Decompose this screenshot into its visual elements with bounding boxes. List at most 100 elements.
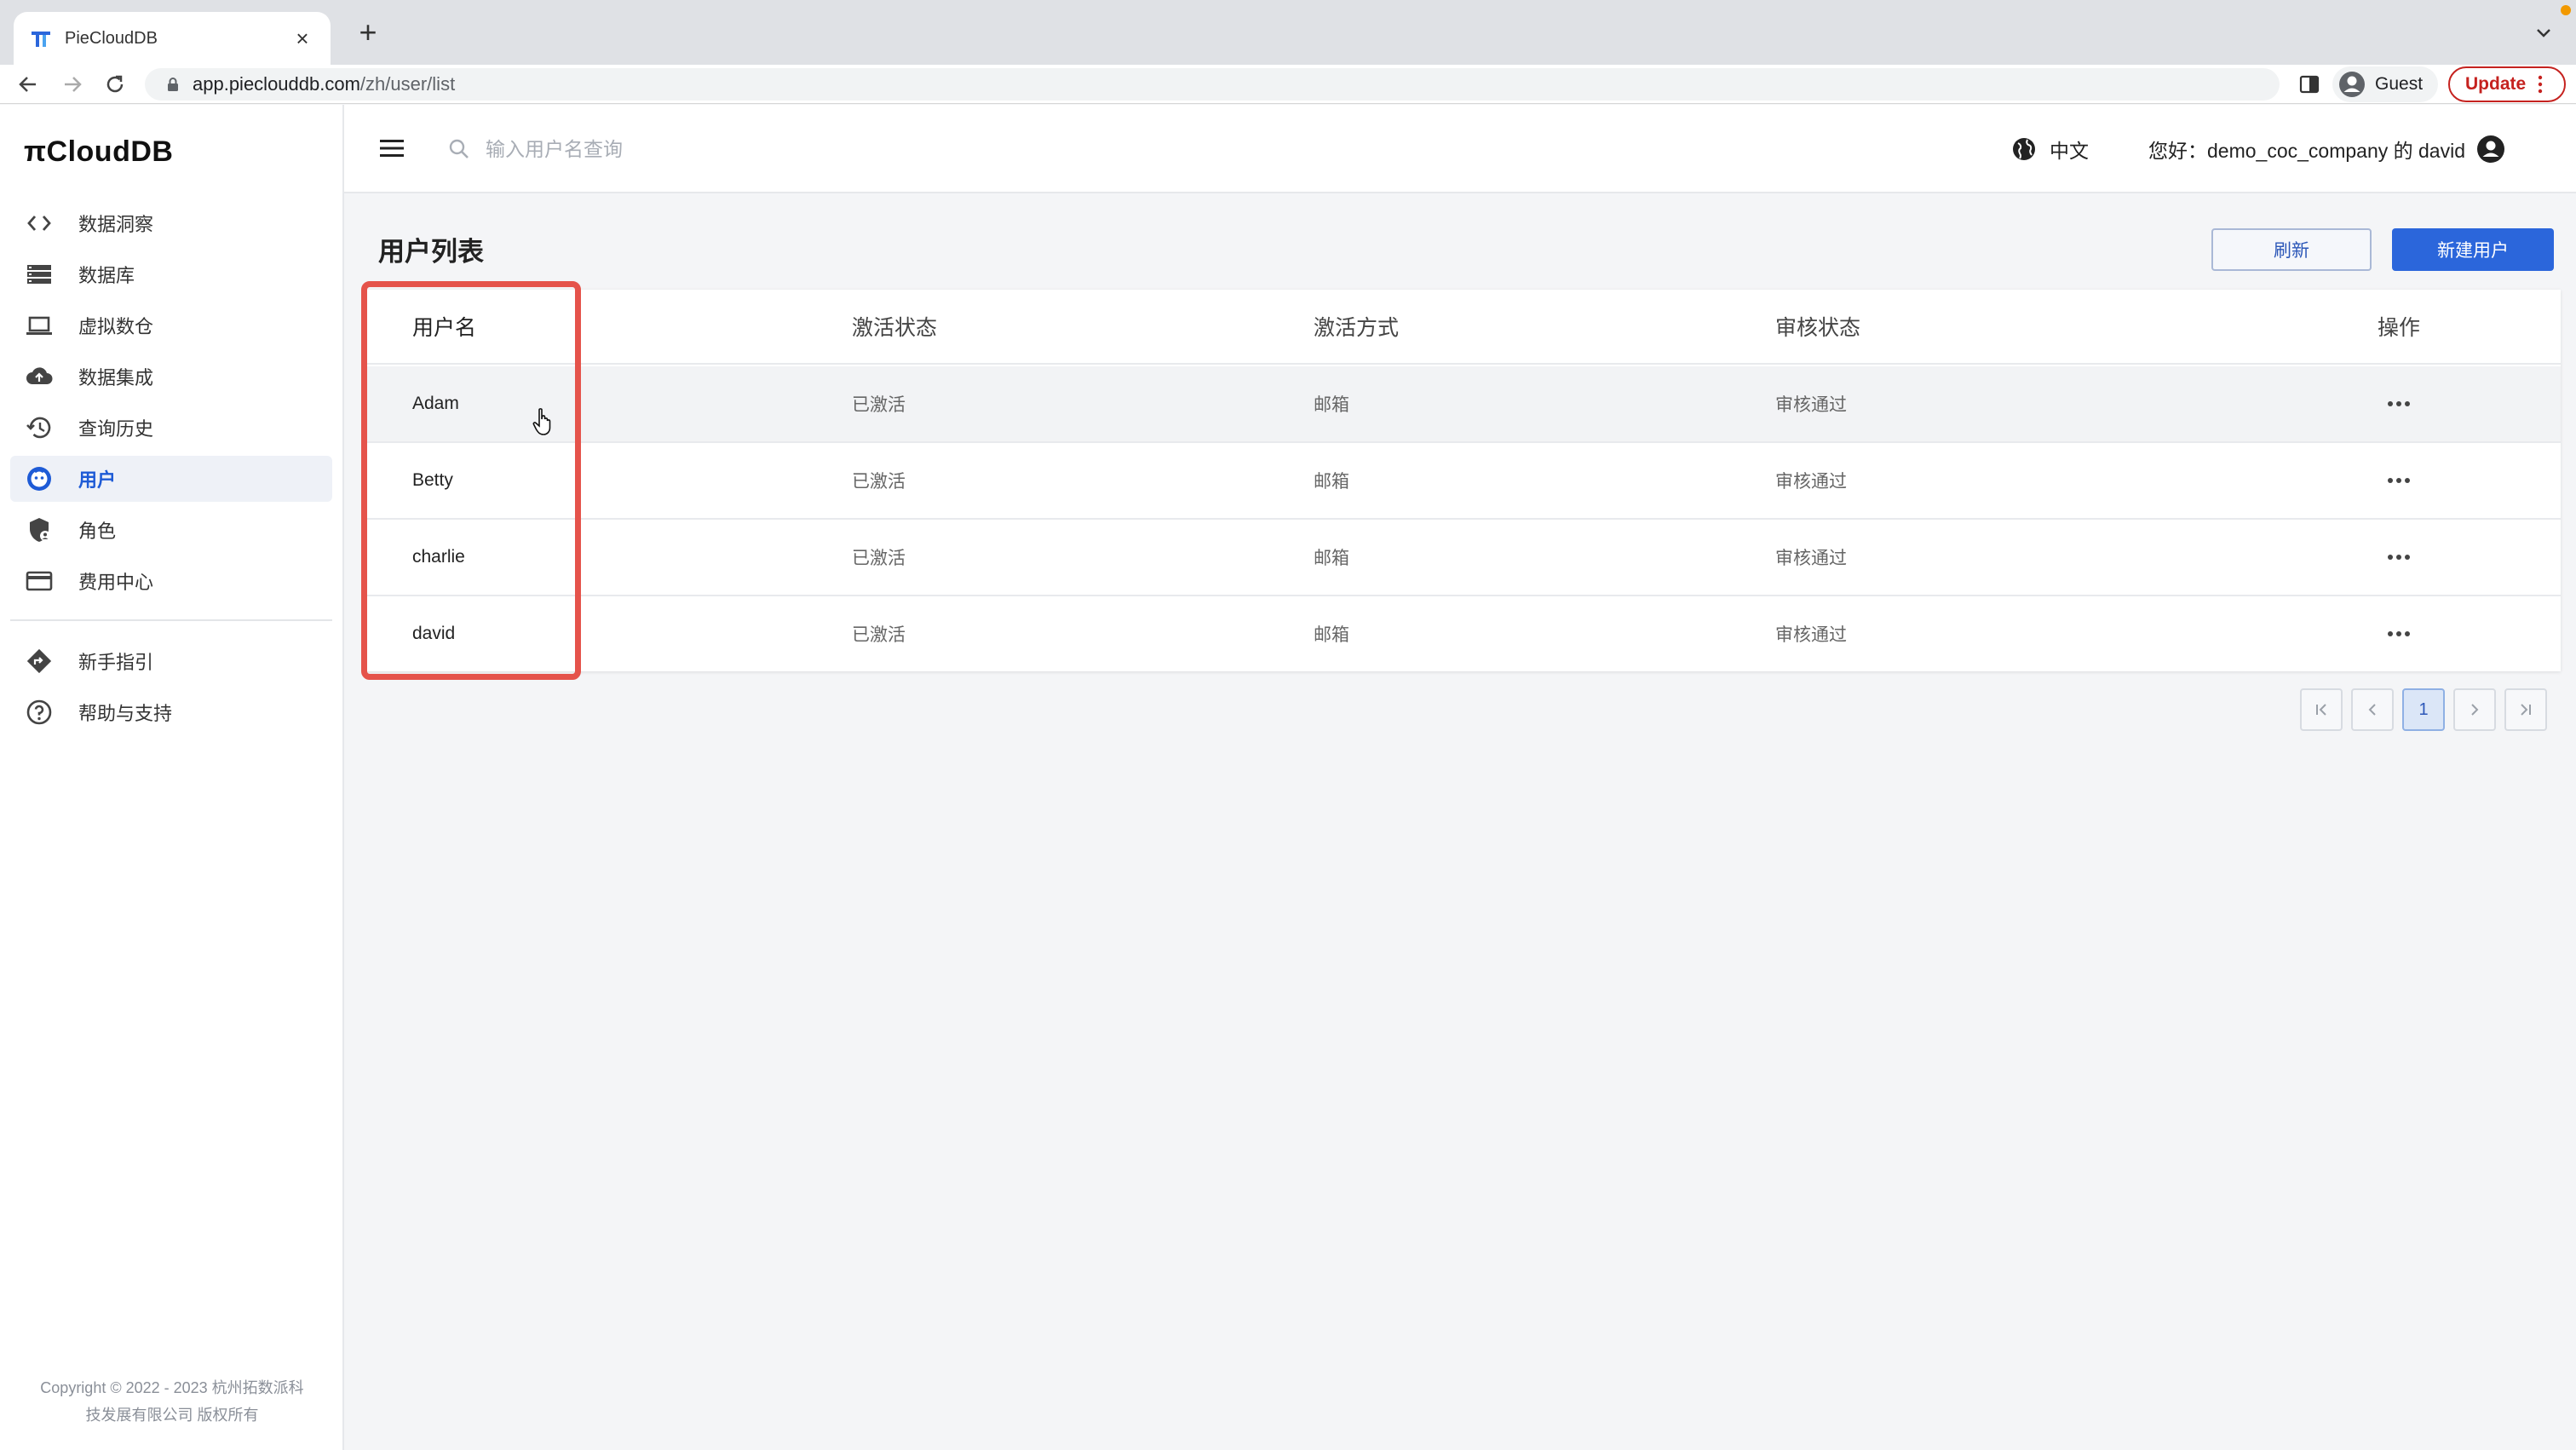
first-page-icon [2316,704,2326,716]
url-host: app.pieclouddb.com [193,73,360,95]
reload-icon [106,75,124,93]
reload-button[interactable] [101,70,129,99]
last-page-button[interactable] [2504,688,2547,731]
update-button[interactable]: Update [2448,66,2566,102]
language-switcher[interactable]: 中文 [2010,132,2089,166]
first-page-button[interactable] [2300,688,2343,731]
globe-icon [2013,138,2035,160]
sidebar-item-label: 帮助与支持 [78,703,173,724]
column-header-method: 激活方式 [1314,316,1400,340]
url-path: /zh/user/list [359,73,456,95]
table-row[interactable]: Adam 已激活 邮箱 审核通过 [366,366,2561,443]
search-input[interactable] [486,137,911,161]
sidebar-item-billing[interactable]: 费用中心 [10,558,332,604]
cell-method: 邮箱 [1314,472,1349,492]
row-actions[interactable] [2365,443,2433,518]
cell-method: 邮箱 [1314,395,1349,415]
cell-activation: 已激活 [852,549,906,568]
more-horizontal-icon [2388,401,2410,406]
user-face-icon [24,463,55,494]
browser-tab[interactable]: PieCloudDB × [14,12,331,65]
forward-button[interactable] [58,70,87,99]
profile-button[interactable]: Guest [2332,66,2438,102]
column-header-activation: 激活状态 [852,316,938,340]
pagination: 1 [2291,688,2547,731]
cell-username[interactable]: Betty [412,443,453,518]
browser-address-bar: app.pieclouddb.com/zh/user/list Guest Up… [0,65,2576,104]
sidebar-item-label: 虚拟数仓 [78,316,154,337]
back-button[interactable] [14,70,43,99]
guest-avatar-icon [2339,72,2365,97]
cell-method: 邮箱 [1314,625,1349,645]
tab-close-icon[interactable]: × [290,26,315,52]
browser-tab-title: PieCloudDB [65,28,158,48]
copyright: Copyright © 2022 - 2023 杭州拓数派科 技发展有限公司 版… [0,1374,344,1429]
chevron-right-icon [2471,704,2479,716]
shield-icon [24,515,55,545]
refresh-button[interactable]: 刷新 [2211,228,2372,271]
table-row[interactable]: charlie 已激活 邮箱 审核通过 [366,520,2561,596]
sidebar-item-data-insight[interactable]: 数据洞察 [10,200,332,246]
laptop-icon [24,310,55,341]
cell-username[interactable]: charlie [412,520,465,595]
new-user-button[interactable]: 新建用户 [2392,228,2554,271]
help-icon [24,697,55,728]
user-table: 用户名 激活状态 激活方式 审核状态 操作 Adam 已激活 邮箱 审核通过 B… [366,290,2561,671]
sidebar-item-roles[interactable]: 角色 [10,507,332,553]
sidebar-item-label: 数据库 [78,265,135,286]
cloud-upload-icon [24,361,55,392]
page-number-button[interactable]: 1 [2402,688,2445,731]
back-arrow-icon [19,77,36,92]
code-icon [24,208,55,239]
prev-page-button[interactable] [2351,688,2394,731]
sidebar-item-help[interactable]: 帮助与支持 [10,689,332,735]
user-greeting[interactable]: 您好：demo_coc_company 的 david [2148,132,2506,166]
sidebar-item-virtual-warehouse[interactable]: 虚拟数仓 [10,302,332,348]
sidebar-item-data-integration[interactable]: 数据集成 [10,354,332,400]
sidebar-item-label: 角色 [78,521,117,542]
menu-toggle-icon[interactable] [377,135,407,161]
app-logo[interactable]: πCloudDB [24,132,173,171]
table-row[interactable]: david 已激活 邮箱 审核通过 [366,596,2561,671]
cell-username[interactable]: david [412,596,455,671]
new-tab-button[interactable]: + [349,14,387,51]
browser-menu-icon [2538,75,2543,94]
cell-username[interactable]: Adam [412,366,459,441]
table-header-row: 用户名 激活状态 激活方式 审核状态 操作 [366,290,2561,365]
database-icon [24,259,55,290]
greeting-text: 您好：demo_coc_company 的 david [2148,140,2465,162]
sidebar-item-users[interactable]: 用户 [10,456,332,502]
account-circle-icon [2477,135,2504,163]
profile-label: Guest [2375,74,2424,94]
logo-text: πCloudDB [24,135,174,168]
pieclouddb-favicon-icon [32,32,50,47]
cell-activation: 已激活 [852,472,906,492]
copyright-line: Copyright © 2022 - 2023 杭州拓数派科 [40,1379,304,1396]
sidebar-item-database[interactable]: 数据库 [10,251,332,297]
sidebar-item-label: 用户 [78,469,117,491]
sidebar-item-label: 查询历史 [78,418,154,440]
cell-review: 审核通过 [1775,472,1847,492]
cell-method: 邮箱 [1314,549,1349,568]
cell-review: 审核通过 [1775,625,1847,645]
row-actions[interactable] [2365,366,2433,441]
more-horizontal-icon [2388,555,2410,560]
sidebar-item-getting-started[interactable]: 新手指引 [10,638,332,684]
update-label: Update [2465,74,2527,94]
tab-search-chevron-icon[interactable] [2532,20,2556,44]
sidebar-item-label: 数据集成 [78,367,154,388]
cell-review: 审核通过 [1775,549,1847,568]
row-actions[interactable] [2365,520,2433,595]
sidebar-nav: 数据洞察 数据库 虚拟数仓 数据集成 查询历史 用户 角色 费用中心 新手指引 … [10,200,332,740]
next-page-button[interactable] [2453,688,2496,731]
chevron-left-icon [2368,704,2376,716]
side-panel-icon[interactable] [2297,72,2322,97]
app-header: 中文 您好：demo_coc_company 的 david [344,105,2576,193]
sidebar-item-query-history[interactable]: 查询历史 [10,405,332,451]
table-row[interactable]: Betty 已激活 邮箱 审核通过 [366,443,2561,520]
cell-activation: 已激活 [852,625,906,645]
user-search [446,130,957,168]
search-icon [449,139,469,158]
url-bar[interactable]: app.pieclouddb.com/zh/user/list [145,68,2280,101]
row-actions[interactable] [2365,596,2433,671]
